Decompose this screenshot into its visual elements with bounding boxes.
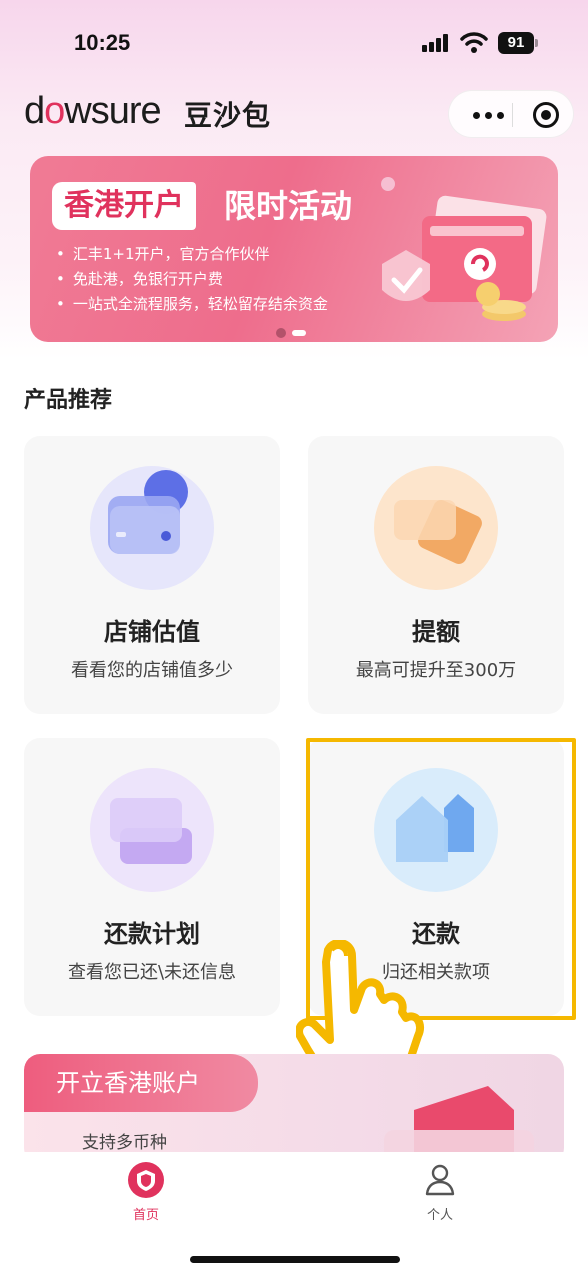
wifi-icon — [460, 32, 488, 53]
app-header: dowsure 豆沙包 — [0, 82, 588, 142]
promo-banner[interactable]: 香港开户 限时活动 汇丰1+1开户，官方合作伙伴 免赴港，免银行开户费 一站式全… — [30, 156, 558, 342]
card-title: 店铺估值 — [104, 618, 200, 646]
product-card-credit-increase[interactable]: 提额 最高可提升至300万 — [308, 436, 564, 714]
status-time: 10:25 — [74, 30, 131, 55]
miniprogram-capsule — [448, 90, 574, 138]
banner-title: 限时活动 — [224, 187, 353, 225]
repayment-plan-icon — [90, 768, 214, 892]
card-illustration — [384, 1086, 534, 1164]
shop-valuation-icon — [90, 466, 214, 590]
app-screen: 10:25 91 dowsure 豆沙包 香港开户 限时活动 • 汇丰1+1开户… — [0, 0, 588, 1274]
hk-account-card[interactable]: 开立香港账户 支持多币种 — [24, 1054, 564, 1164]
card-description: 最高可提升至300万 — [355, 660, 517, 681]
home-indicator — [190, 1256, 400, 1263]
repayment-icon — [374, 768, 498, 892]
card-title: 提额 — [412, 618, 460, 646]
card-description: 查看您已还\未还信息 — [67, 962, 237, 983]
cellular-signal-icon — [422, 34, 452, 52]
tab-home[interactable]: 首页 — [86, 1162, 206, 1223]
product-card-repayment-plan[interactable]: 还款计划 查看您已还\未还信息 — [24, 738, 280, 1016]
home-shield-icon — [128, 1162, 164, 1198]
section-title: 产品推荐 — [24, 388, 113, 413]
banner-bullet: 一站式全流程服务，轻松留存结余资金 — [56, 292, 328, 317]
account-card-subtitle: 支持多币种 — [82, 1133, 167, 1153]
banner-bullets: 汇丰1+1开户，官方合作伙伴 免赴港，免银行开户费 一站式全流程服务，轻松留存结… — [56, 242, 328, 317]
credit-increase-icon — [374, 466, 498, 590]
battery-level: 91 — [498, 32, 534, 54]
bank-card-illustration — [381, 177, 547, 321]
banner-bullet: 免赴港，免银行开户费 — [56, 267, 328, 292]
app-logo: dowsure — [24, 90, 162, 132]
card-description: 看看您的店铺值多少 — [71, 660, 233, 681]
product-card-shop-valuation[interactable]: 店铺估值 看看您的店铺值多少 — [24, 436, 280, 714]
more-options-icon[interactable] — [469, 107, 509, 123]
capsule-divider — [512, 103, 513, 127]
banner-bullet: 汇丰1+1开户，官方合作伙伴 — [56, 242, 328, 267]
account-card-title: 开立香港账户 — [24, 1054, 258, 1112]
app-logo-cn: 豆沙包 — [184, 99, 272, 132]
close-miniprogram-icon[interactable] — [533, 102, 559, 128]
carousel-indicator — [276, 322, 312, 341]
tab-home-label: 首页 — [132, 1208, 159, 1223]
status-bar: 10:25 91 — [0, 0, 588, 80]
card-title: 还款计划 — [104, 920, 200, 948]
tab-profile-label: 个人 — [426, 1208, 453, 1223]
person-icon — [425, 1164, 455, 1196]
battery-icon: 91 — [498, 32, 538, 54]
banner-tag: 香港开户 — [52, 182, 196, 230]
tab-profile[interactable]: 个人 — [380, 1162, 500, 1223]
